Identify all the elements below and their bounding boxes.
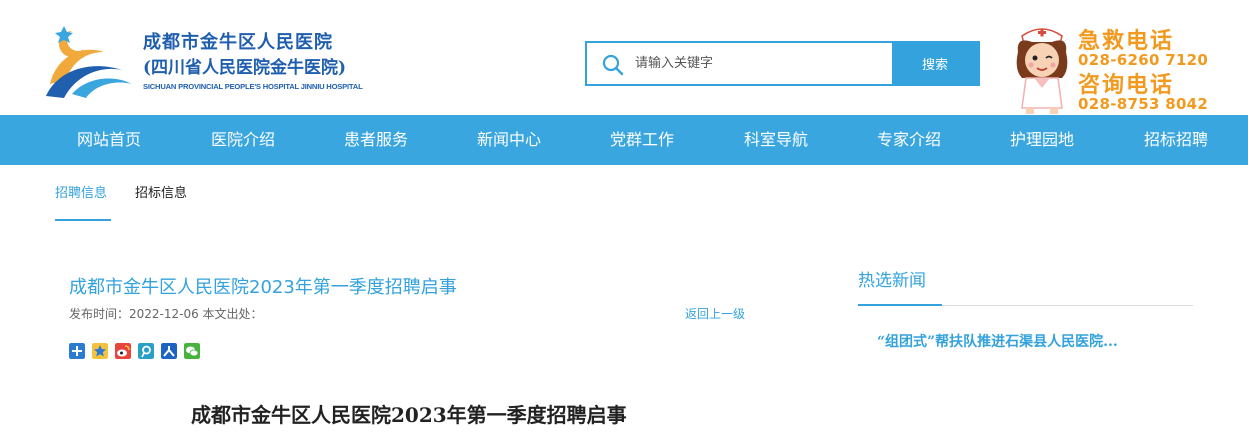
share-more-icon[interactable] [69,343,85,359]
nav-item-party[interactable]: 党群工作 [610,115,674,165]
hot-news-indicator [858,304,942,306]
search-box: 搜索 [585,41,980,86]
tencent-weibo-icon[interactable] [138,343,154,359]
hot-news-item[interactable]: “组团式”帮扶队推进石渠县人民医院... [877,333,1193,351]
hospital-name-en: SICHUAN PROVINCIAL PEOPLE'S HOSPITAL JIN… [143,82,363,91]
renren-icon[interactable] [161,343,177,359]
wechat-icon[interactable] [184,343,200,359]
article-title: 成都市金牛区人民医院2023年第一季度招聘启事 [69,277,457,298]
consult-phone-number[interactable]: 028-8753 8042 [1078,96,1208,113]
nav-item-news[interactable]: 新闻中心 [477,115,541,165]
header: 成都市金牛区人民医院 (四川省人民医院金牛医院) SICHUAN PROVINC… [0,0,1248,115]
hospital-name-alt: (四川省人民医院金牛医院) [143,58,347,78]
consult-phone-label: 咨询电话 [1078,72,1175,98]
search-button[interactable]: 搜索 [892,43,978,84]
nurse-mascot-icon [1016,28,1068,114]
nav-item-nursing[interactable]: 护理园地 [1010,115,1074,165]
tab-recruit-info[interactable]: 招聘信息 [55,185,107,203]
nav-item-about[interactable]: 医院介绍 [211,115,275,165]
hot-news-title: 热选新闻 [858,271,926,291]
emergency-phone-number[interactable]: 028-6260 7120 [1078,52,1208,69]
page: 成都市金牛区人民医院 (四川省人民医院金牛医院) SICHUAN PROVINC… [0,0,1248,443]
hospital-logo-icon[interactable] [42,22,137,100]
nav-item-experts[interactable]: 专家介绍 [877,115,941,165]
nav-item-bid-recruit[interactable]: 招标招聘 [1144,115,1208,165]
active-tab-indicator [55,219,111,221]
emergency-phone-label: 急救电话 [1078,28,1175,54]
back-link[interactable]: 返回上一级 [685,306,745,322]
hospital-name: 成都市金牛区人民医院 [143,32,333,53]
nav-item-patient-service[interactable]: 患者服务 [344,115,408,165]
nav-item-home[interactable]: 网站首页 [77,115,141,165]
main-nav: 网站首页 医院介绍 患者服务 新闻中心 党群工作 科室导航 专家介绍 护理园地 … [0,115,1248,165]
article-heading: 成都市金牛区人民医院2023年第一季度招聘启事 [191,403,627,427]
search-input[interactable] [635,43,893,84]
weibo-icon[interactable] [115,343,131,359]
article-meta: 发布时间：2022-12-06 本文出处： [69,307,263,321]
search-icon [602,54,624,76]
tab-bid-info[interactable]: 招标信息 [135,185,187,203]
qzone-icon[interactable] [92,343,108,359]
nav-item-departments[interactable]: 科室导航 [744,115,808,165]
